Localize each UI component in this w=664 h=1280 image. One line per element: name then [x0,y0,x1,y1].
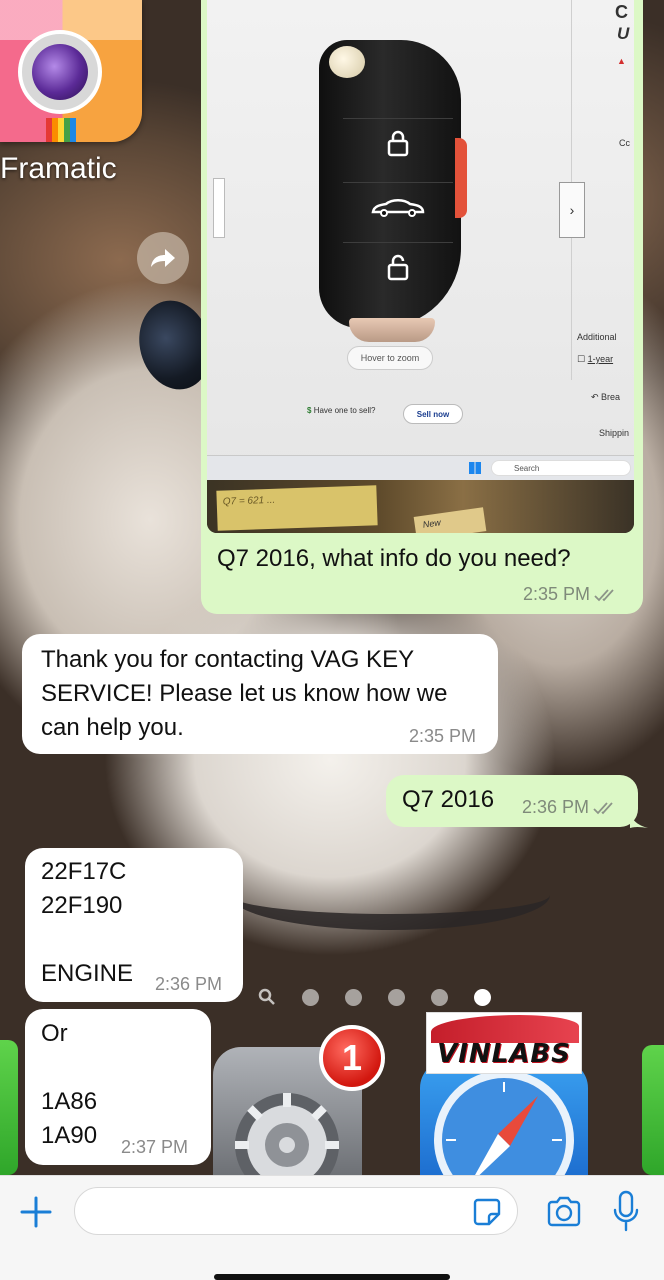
message-text: Thank you for contacting VAG KEY SERVICE… [41,646,448,741]
message-time: 2:36 PM [522,797,590,817]
message-time: 2:35 PM [409,726,477,746]
message-incoming[interactable]: 22F17C 22F190 ENGINE 2:36 PM [25,848,243,1002]
photo-side-brea: ↶ Brea [591,392,621,402]
photo-taskbar-search: Search [491,460,631,476]
photo-side-flame-icon: ▲ [617,56,626,66]
safari-app-icon [420,1060,588,1175]
photo-sell-button: Sell now [403,404,463,424]
page-dot [302,988,319,1006]
home-page-dots [258,988,491,1006]
photo-side-shipping: Shippin [599,428,630,438]
message-text: Q7 2016 [402,786,495,813]
car-key-blade-base [349,318,435,342]
page-dot-active [474,988,491,1006]
key-unlock-button-icon [343,242,453,290]
read-ticks-icon [594,588,614,601]
message-outgoing-image[interactable]: › Hover to zoom $ Have one to sell? Sell… [201,0,643,614]
message-text: Or 1A86 1A90 [41,1020,98,1149]
key-lock-button-icon [343,118,453,166]
photo-side-c: C [615,2,628,22]
message-incoming[interactable]: Or 1A86 1A90 2:37 PM [25,1009,211,1165]
notification-badge: 1 [319,1025,385,1091]
attached-photo[interactable]: › Hover to zoom $ Have one to sell? Sell… [207,0,634,533]
message-time: 2:35 PM [523,584,591,604]
page-dot [388,988,405,1006]
photo-sticky-note: Q7 = 621 ... [216,485,378,531]
message-text: 22F17C 22F190 ENGINE [41,858,134,987]
dock-icon-edge-left [0,1040,18,1175]
bubble-tail-icon [630,812,648,828]
message-meta: 2:35 PM [523,584,620,605]
page-dot [345,988,362,1006]
page-dot [431,988,448,1006]
microphone-icon[interactable] [612,1190,640,1232]
photo-taskbar: Search [207,455,634,480]
key-trunk-button-icon [343,182,453,230]
photo-hover-zoom: Hover to zoom [347,346,433,370]
message-time: 2:37 PM [121,1137,189,1157]
plus-icon[interactable] [18,1194,54,1230]
photo-sell-prompt: $ Have one to sell? [307,406,376,415]
message-input[interactable] [74,1187,518,1235]
photo-next-arrow-icon: › [559,182,585,238]
car-key-panic-strip [455,138,467,218]
framatic-app-icon [0,0,142,142]
read-ticks-icon [593,801,613,814]
image-caption: Q7 2016, what info do you need? [217,545,571,572]
photo-side-cc: Cc [619,138,630,148]
forward-arrow-icon [151,249,175,267]
windows-logo-icon [469,462,481,474]
home-indicator[interactable] [214,1274,450,1280]
message-time: 2:36 PM [155,974,223,994]
car-key-ring [329,46,365,78]
spotlight-search-icon [258,988,275,1005]
dock-icon-edge-right [642,1045,664,1175]
vinlabs-logo: VINLABS [426,1012,582,1074]
sticker-icon[interactable] [472,1197,502,1227]
forward-button[interactable] [137,232,189,284]
photo-side-u: U [617,24,630,43]
camera-icon[interactable] [546,1196,582,1228]
message-incoming[interactable]: Thank you for contacting VAG KEY SERVICE… [22,634,498,754]
message-outgoing[interactable]: Q7 2016 2:36 PM [386,775,638,827]
message-meta: 2:36 PM [522,797,619,818]
message-input-bar [0,1175,664,1280]
framatic-app-label: Framatic [0,152,117,185]
photo-side-year: ☐ 1-year [577,354,614,364]
photo-side-additional: Additional [577,332,617,342]
dog-collar [230,860,550,930]
